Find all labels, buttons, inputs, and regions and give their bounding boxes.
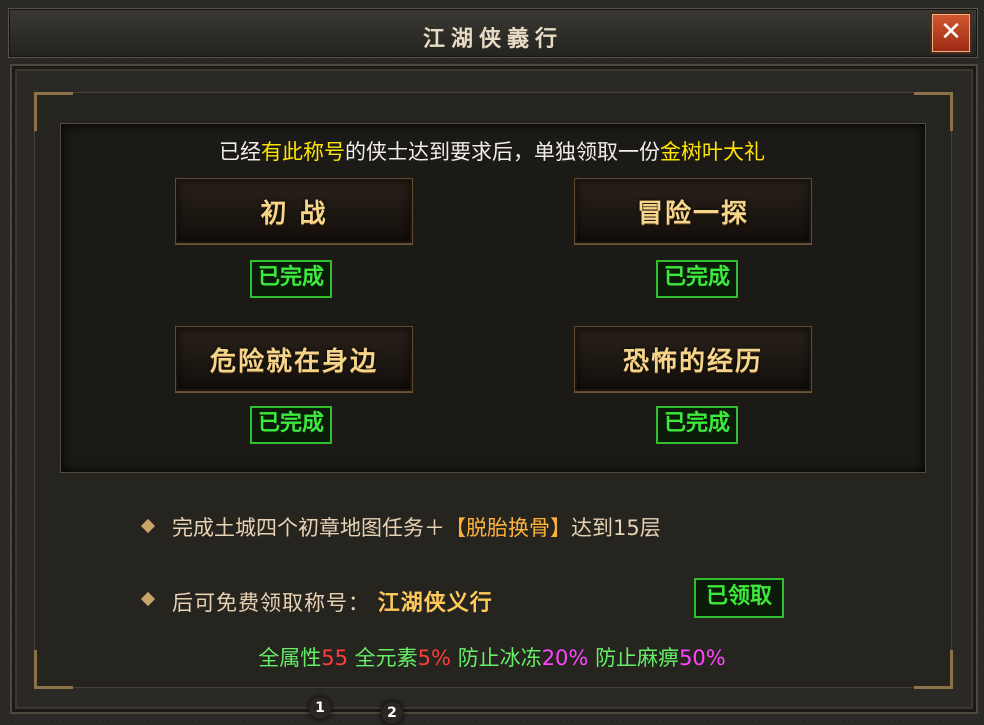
stat-value: 5% [417,646,451,670]
stat-value: 50% [679,646,726,670]
task-plaque-2: 冒险一探 [574,178,812,244]
requirement-emphasis: 【脱胎换骨】 [445,516,571,540]
stat-value: 20% [541,646,589,670]
task-panel [60,123,926,473]
task-plaque-1: 初 战 [175,178,413,244]
stat-label: 防止麻痹 [595,646,680,670]
task-label: 初 战 [260,199,328,229]
header-middle: 的侠士达到要求后，单独领取一份 [345,140,660,164]
header-highlight-title: 有此称号 [261,140,345,164]
title-reward-text: 后可免费领取称号： 江湖侠义行 [172,585,493,617]
close-button[interactable]: ✕ [932,14,970,52]
task-status-3: 已完成 [250,406,333,444]
title-reward-prefix: 后可免费领取称号： [172,591,370,615]
task-status-4: 已完成 [656,406,739,444]
task-label: 冒险一探 [636,199,749,229]
page-1-button[interactable]: 1 [309,697,331,719]
header-text: 已经有此称号的侠士达到要求后，单独领取一份金树叶大礼 [60,136,924,166]
page-2-button[interactable]: 2 [381,702,403,724]
task-status-2: 已完成 [656,260,739,298]
stat-label: 全元素 [354,646,418,670]
window-title: 江湖侠義行 [422,26,563,52]
stat-value: 55 [321,646,348,670]
requirement-text: 完成土城四个初章地图任务＋【脱胎换骨】达到15层 [172,512,661,542]
stat-label: 防止冰冻 [457,646,542,670]
title-bar: 江湖侠義行 [8,8,978,58]
task-plaque-4: 恐怖的经历 [574,326,812,392]
claimed-button[interactable]: 已领取 [694,578,784,618]
task-plaque-3: 危险就在身边 [175,326,413,392]
requirement-pre: 完成土城四个初章地图任务＋ [172,516,445,540]
requirement-post: 达到15层 [571,516,661,540]
task-label: 恐怖的经历 [622,347,763,377]
dialog-window: 江湖侠義行 ✕ 已经有此称号的侠士达到要求后，单独领取一份金树叶大礼 初 战 已… [0,0,984,725]
header-highlight-reward: 金树叶大礼 [660,140,765,164]
stats-line: 全属性55 全元素5% 防止冰冻20% 防止麻痹50% [0,642,984,672]
title-reward-name: 江湖侠义行 [377,590,493,616]
task-status-1: 已完成 [250,260,333,298]
stat-label: 全属性 [258,646,322,670]
task-label: 危险就在身边 [209,347,378,377]
header-prefix: 已经 [219,140,261,164]
